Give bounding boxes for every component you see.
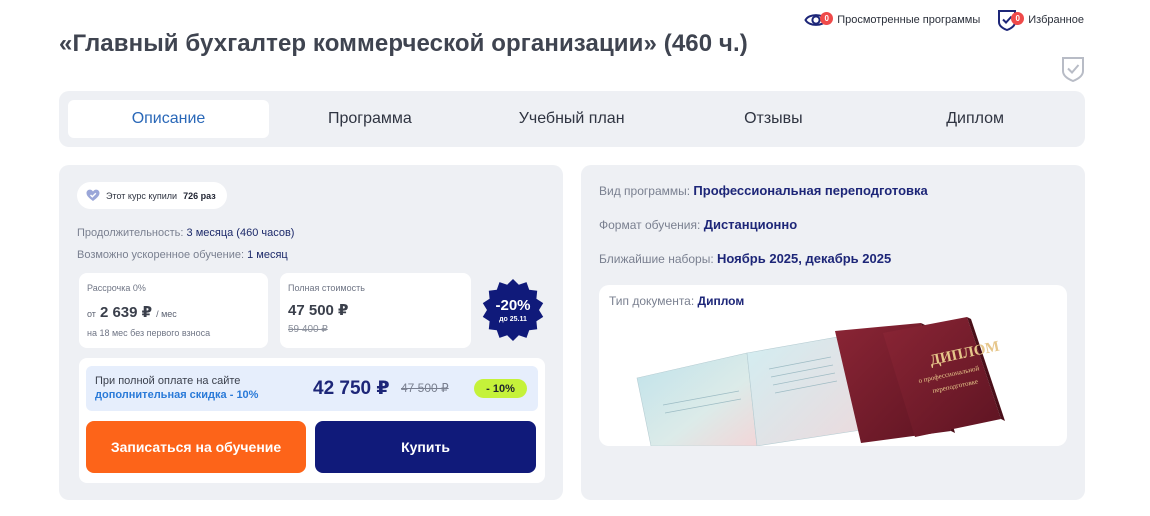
buy-button[interactable]: Купить (315, 421, 536, 473)
full-price-amount: 47 500 ₽ (288, 302, 349, 319)
document-type-label: Тип документа: (609, 294, 695, 308)
tab-curriculum[interactable]: Учебный план (471, 100, 673, 138)
study-format-label: Формат обучения: (599, 218, 701, 232)
full-price-old-amount: 59 400 ₽ (288, 324, 328, 335)
full-payment-old-price: 47 500 ₽ (401, 381, 449, 395)
program-info-card: Вид программы: Профессиональная переподг… (581, 165, 1085, 500)
favorites-link[interactable]: 0 Избранное (994, 8, 1084, 32)
intake-value: Ноябрь 2025, декабрь 2025 (717, 251, 892, 266)
buy-block: При полной оплате на сайте дополнительна… (79, 358, 545, 483)
duration-line: Продолжительность: 3 месяца (460 часов) (77, 227, 294, 239)
tab-diploma[interactable]: Диплом (874, 100, 1076, 138)
full-payment-extra-discount: дополнительная скидка - 10% (95, 389, 259, 401)
header-links: 0 Просмотренные программы 0 Избранное (803, 8, 1084, 32)
installment-per: / мес (156, 309, 177, 319)
bought-prefix: Этот курс купили (106, 190, 178, 201)
full-payment-price: 42 750 ₽ (313, 378, 390, 399)
add-to-favorites-button[interactable] (1061, 56, 1085, 83)
study-format-line: Формат обучения: Дистанционно (599, 217, 797, 232)
shield-check-icon: 0 (994, 8, 1025, 32)
program-type-line: Вид программы: Профессиональная переподг… (599, 183, 928, 198)
discount-badge: -20% до 25.11 (481, 278, 545, 342)
purchase-card: Этот курс купили 726 раз Продолжительнос… (59, 165, 563, 500)
study-format-value: Дистанционно (703, 217, 798, 232)
discount-percent: -20% (495, 296, 531, 314)
document-card: Тип документа: Диплом ДИПЛОМ о профессио… (599, 285, 1067, 446)
bought-count: 726 раз (183, 190, 216, 201)
favorites-count-badge: 0 (1011, 12, 1025, 25)
favorites-label: Избранное (1028, 14, 1084, 26)
eye-icon: 0 (803, 8, 834, 32)
tab-description[interactable]: Описание (68, 100, 269, 138)
heart-badge-icon (86, 189, 100, 201)
tab-reviews[interactable]: Отзывы (673, 100, 875, 138)
diploma-image: ДИПЛОМ о профессиональной переподготовке (636, 317, 1005, 446)
document-type-line: Тип документа: Диплом (609, 294, 744, 308)
installment-amount: 2 639 ₽ (99, 304, 153, 321)
program-type-label: Вид программы: (599, 184, 691, 198)
tab-program[interactable]: Программа (269, 100, 471, 138)
duration-label: Продолжительность: (77, 227, 184, 239)
viewed-programs-link[interactable]: 0 Просмотренные программы (803, 8, 980, 32)
intake-label: Ближайшие наборы: (599, 252, 714, 266)
enroll-button[interactable]: Записаться на обучение (86, 421, 306, 473)
program-type-value: Профессиональная переподготовка (693, 183, 928, 198)
bought-count-chip: Этот курс купили 726 раз (77, 182, 227, 209)
installment-note: на 18 мес без первого взноса (87, 328, 211, 338)
duration-value: 3 месяца (460 часов) (186, 227, 295, 239)
page-title: «Главный бухгалтер коммерческой организа… (59, 30, 748, 57)
full-payment-offer: При полной оплате на сайте дополнительна… (86, 366, 538, 411)
discount-until: до 25.11 (499, 315, 527, 323)
accelerated-label: Возможно ускоренное обучение: (77, 249, 245, 261)
installment-prefix: от (87, 309, 96, 319)
full-payment-text: При полной оплате на сайте (95, 375, 241, 387)
document-type-value: Диплом (697, 294, 745, 308)
accelerated-value: 1 месяц (247, 249, 288, 261)
viewed-count-badge: 0 (820, 12, 834, 25)
shield-check-outline-icon (1062, 57, 1084, 83)
full-price-label: Полная стоимость (288, 283, 365, 293)
installment-label: Рассрочка 0% (87, 283, 146, 293)
accelerated-line: Возможно ускоренное обучение: 1 месяц (77, 249, 288, 261)
full-payment-discount-pill: - 10% (474, 379, 527, 398)
intake-line: Ближайшие наборы: Ноябрь 2025, декабрь 2… (599, 251, 891, 266)
installment-amount-line: от 2 639 ₽ / мес (87, 303, 177, 321)
tab-bar: Описание Программа Учебный план Отзывы Д… (59, 91, 1085, 147)
full-price-box: Полная стоимость 47 500 ₽ 59 400 ₽ (280, 273, 471, 348)
installment-box: Рассрочка 0% от 2 639 ₽ / мес на 18 мес … (79, 273, 268, 348)
viewed-programs-label: Просмотренные программы (837, 14, 981, 26)
